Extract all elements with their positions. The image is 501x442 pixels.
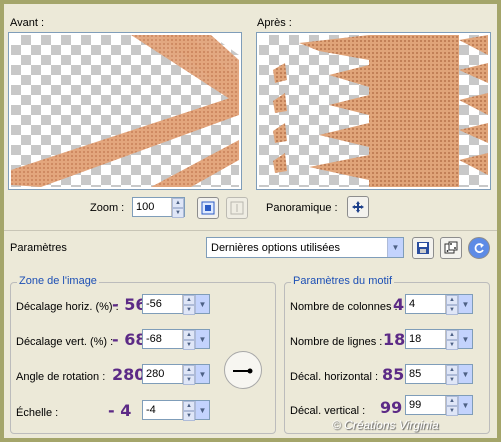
vertical-shift-value[interactable]: 99 (406, 396, 445, 414)
section-divider (4, 230, 497, 231)
scale-stepper[interactable]: -4 ▲ ▼ ▼ (142, 400, 210, 421)
before-preview[interactable] (8, 32, 242, 190)
up-arrow-icon[interactable]: ▲ (183, 295, 195, 305)
zoom-fit-button[interactable] (197, 197, 219, 219)
horizontal-offset-value[interactable]: -56 (143, 295, 182, 313)
presets-selected-value: Dernières options utilisées (211, 241, 341, 254)
chevron-down-icon[interactable]: ▼ (458, 330, 472, 348)
vertical-offset-value[interactable]: -68 (143, 330, 182, 348)
zoom-value[interactable]: 100 (133, 198, 171, 216)
pan-button[interactable] (347, 196, 369, 218)
before-label: Avant : (10, 17, 45, 29)
columns-value[interactable]: 4 (406, 295, 445, 313)
rows-label: Nombre de lignes : (290, 336, 383, 348)
down-arrow-icon[interactable]: ▼ (446, 406, 458, 416)
horizontal-shift-annotation: 85 (382, 365, 405, 384)
rows-stepper[interactable]: 18 ▲ ▼ ▼ (405, 329, 473, 350)
horizontal-shift-label: Décal. horizontal : (290, 371, 379, 383)
chevron-down-icon[interactable]: ▼ (195, 401, 209, 419)
horizontal-offset-label: Décalage horiz. (%) : (16, 301, 119, 313)
rows-annotation: 18 (383, 330, 406, 349)
rotation-angle-stepper[interactable]: 280 ▲ ▼ ▼ (142, 364, 210, 385)
chevron-down-icon[interactable]: ▼ (195, 330, 209, 348)
vertical-shift-annotation: 99 (380, 398, 403, 417)
scale-label: Échelle : (16, 407, 59, 419)
pan-move-icon (352, 201, 364, 213)
down-arrow-icon[interactable]: ▼ (183, 340, 195, 350)
vertical-shift-stepper[interactable]: 99 ▲ ▼ ▼ (405, 395, 473, 416)
down-arrow-icon[interactable]: ▼ (183, 375, 195, 385)
save-preset-button[interactable] (412, 237, 434, 259)
scale-value[interactable]: -4 (143, 401, 182, 419)
vertical-shift-label: Décal. vertical : (290, 405, 366, 417)
up-arrow-icon[interactable]: ▲ (446, 295, 458, 305)
chevron-down-icon[interactable]: ▼ (458, 396, 472, 414)
columns-stepper[interactable]: 4 ▲ ▼ ▼ (405, 294, 473, 315)
randomize-button[interactable] (440, 237, 462, 259)
horizontal-shift-value[interactable]: 85 (406, 365, 445, 383)
before-texture (11, 35, 239, 187)
rotation-angle-label: Angle de rotation : (16, 371, 106, 383)
columns-label: Nombre de colonnes : (290, 301, 398, 313)
after-label: Après : (257, 17, 292, 29)
horizontal-offset-stepper[interactable]: -56 ▲ ▼ ▼ (142, 294, 210, 315)
presets-label: Paramètres (10, 242, 67, 254)
chevron-down-icon[interactable]: ▼ (195, 365, 209, 383)
watermark: © Créations Virginia (332, 418, 439, 432)
reset-button[interactable] (468, 237, 490, 259)
scale-annotation: - 4 (108, 401, 132, 420)
zoom-up-arrow-icon[interactable]: ▲ (172, 198, 184, 208)
chevron-down-icon[interactable]: ▼ (458, 365, 472, 383)
chevron-down-icon[interactable]: ▼ (458, 295, 472, 313)
rotation-arrow-icon (233, 368, 253, 374)
vertical-offset-label: Décalage vert. (%) : (16, 336, 114, 348)
up-arrow-icon[interactable]: ▲ (183, 401, 195, 411)
up-arrow-icon[interactable]: ▲ (183, 365, 195, 375)
before-preview-canvas (11, 35, 239, 187)
columns-annotation: 4 (393, 295, 405, 314)
up-arrow-icon[interactable]: ▲ (446, 396, 458, 406)
actual-size-icon (230, 201, 244, 215)
horizontal-shift-stepper[interactable]: 85 ▲ ▼ ▼ (405, 364, 473, 385)
down-arrow-icon[interactable]: ▼ (446, 375, 458, 385)
rotation-dial[interactable] (224, 351, 262, 389)
zoom-actual-size-button[interactable] (226, 197, 248, 219)
rotation-angle-value[interactable]: 280 (143, 365, 182, 383)
down-arrow-icon[interactable]: ▼ (446, 305, 458, 315)
vertical-offset-stepper[interactable]: -68 ▲ ▼ ▼ (142, 329, 210, 350)
dice-icon (444, 241, 458, 254)
down-arrow-icon[interactable]: ▼ (446, 340, 458, 350)
zoom-fit-icon (201, 201, 215, 215)
pattern-title: Paramètres du motif (291, 275, 395, 287)
down-arrow-icon[interactable]: ▼ (183, 305, 195, 315)
zoom-down-arrow-icon[interactable]: ▼ (172, 208, 184, 218)
after-preview-canvas (259, 35, 488, 187)
after-texture (273, 35, 488, 187)
rotation-angle-annotation: 280 (112, 365, 146, 384)
rows-value[interactable]: 18 (406, 330, 445, 348)
up-arrow-icon[interactable]: ▲ (446, 365, 458, 375)
reset-arrow-icon (474, 243, 484, 253)
zoom-label: Zoom : (90, 202, 125, 214)
pan-label: Panoramique : (266, 202, 338, 214)
image-zone-title: Zone de l'image (17, 275, 99, 287)
after-preview[interactable] (256, 32, 491, 190)
zoom-stepper[interactable]: 100 ▲ ▼ (132, 197, 185, 218)
up-arrow-icon[interactable]: ▲ (446, 330, 458, 340)
up-arrow-icon[interactable]: ▲ (183, 330, 195, 340)
dialog: Avant : Après : Zoom: 100 ▲ ▼ Panoramiq… (4, 4, 497, 438)
presets-select[interactable]: Dernières options utilisées ▼ (206, 237, 404, 258)
down-arrow-icon[interactable]: ▼ (183, 411, 195, 421)
chevron-down-icon[interactable]: ▼ (195, 295, 209, 313)
chevron-down-icon[interactable]: ▼ (387, 238, 403, 257)
save-disk-icon (417, 242, 429, 254)
